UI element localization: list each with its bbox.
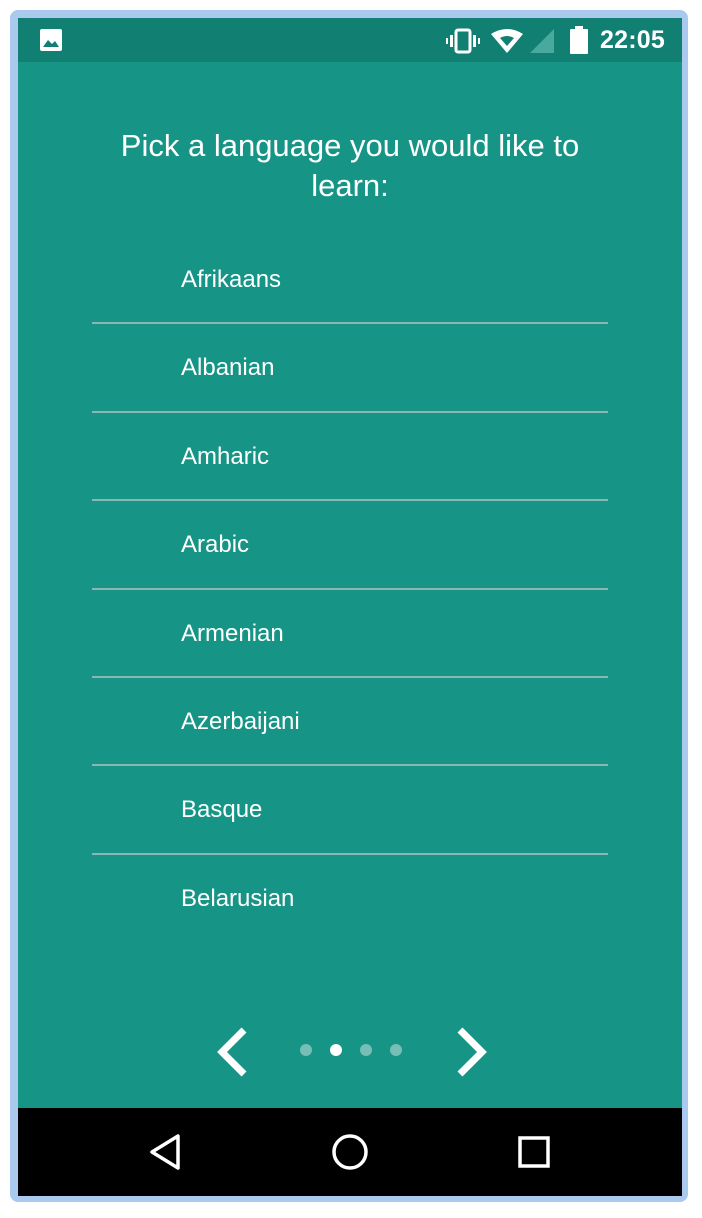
phone-screen: 22:05 Pick a language you would like to … xyxy=(18,18,682,1196)
page-dot xyxy=(330,1044,342,1056)
signal-icon xyxy=(530,29,554,53)
page-dot xyxy=(300,1044,312,1056)
language-label: Basque xyxy=(181,796,263,824)
back-triangle-icon xyxy=(150,1134,180,1170)
prev-page-button[interactable] xyxy=(208,1024,258,1080)
home-button[interactable] xyxy=(328,1130,372,1174)
status-bar: 22:05 xyxy=(18,18,682,62)
language-label: Belarusian xyxy=(181,884,295,912)
language-label: Amharic xyxy=(181,442,270,470)
language-label: Afrikaans xyxy=(181,266,282,293)
language-item-azerbaijani[interactable]: Azerbaijani xyxy=(92,678,608,767)
battery-icon xyxy=(570,26,588,54)
recents-button[interactable] xyxy=(514,1130,554,1174)
language-item-basque[interactable]: Basque xyxy=(92,766,608,855)
next-page-button[interactable] xyxy=(446,1024,496,1080)
language-label: Azerbaijani xyxy=(181,707,300,735)
page-indicator xyxy=(298,1042,408,1058)
wifi-icon xyxy=(491,29,523,53)
language-list: Afrikaans Albanian Amharic Arabic Armeni… xyxy=(92,236,608,943)
recents-square-icon xyxy=(518,1136,550,1168)
nav-bar xyxy=(18,1108,682,1196)
vibrate-icon xyxy=(446,28,480,54)
chevron-right-icon xyxy=(457,1027,487,1077)
language-label: Armenian xyxy=(181,619,284,647)
gallery-icon xyxy=(40,29,62,51)
page-dot xyxy=(360,1044,372,1056)
status-clock: 22:05 xyxy=(600,26,665,54)
chevron-left-icon xyxy=(217,1027,247,1077)
language-label: Arabic xyxy=(181,531,250,559)
back-button[interactable] xyxy=(146,1130,186,1174)
language-item-arabic[interactable]: Arabic xyxy=(92,501,608,590)
language-item-armenian[interactable]: Armenian xyxy=(92,590,608,678)
language-item-afrikaans[interactable]: Afrikaans xyxy=(92,236,608,325)
page-dot xyxy=(390,1044,402,1056)
language-item-belarusian[interactable]: Belarusian xyxy=(92,855,608,943)
language-label: Albanian xyxy=(181,354,275,382)
language-item-albanian[interactable]: Albanian xyxy=(92,324,608,413)
home-circle-icon xyxy=(332,1134,368,1170)
language-item-amharic[interactable]: Amharic xyxy=(92,413,608,502)
page-title: Pick a language you would like to learn: xyxy=(120,128,580,203)
